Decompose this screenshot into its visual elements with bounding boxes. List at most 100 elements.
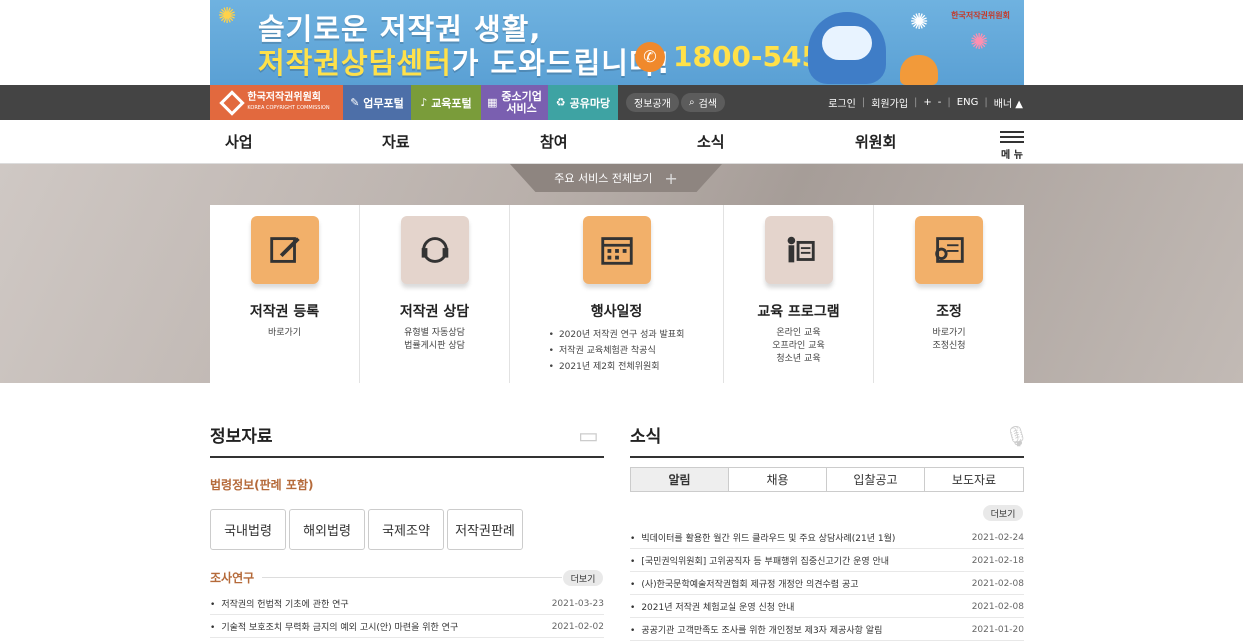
menu-committee[interactable]: 위원회 [855, 131, 896, 152]
services-toggle-button[interactable]: 주요 서비스 전체보기 + [510, 164, 722, 192]
card-title: 조정 [936, 304, 962, 320]
top-bar: 한국저작권위원회 KOREA COPYRIGHT COMMISSION ✎ 업무… [0, 85, 1243, 120]
law-info-heading: 법령정보(판례 포함) [210, 478, 314, 492]
research-row[interactable]: 저작권의 헌법적 기초에 관한 연구 2021-03-23 [210, 593, 604, 615]
event-item[interactable]: 2020년 저작권 연구 성과 발표회 [549, 327, 684, 343]
card-events[interactable]: 행사일정 2020년 저작권 연구 성과 발표회 저작권 교육체험관 착공식 2… [510, 205, 724, 383]
card-link[interactable]: 조정신청 [874, 340, 1024, 353]
news-row[interactable]: 2021년 저작권 체험교실 운영 신청 안내 2021-02-08 [630, 596, 1024, 618]
logo-mark-icon [219, 89, 246, 116]
promo-banner[interactable]: ✺ ✺ ✺ 슬기로운 저작권 생활, 저작권상담센터가 도와드립니다! ✆ 18… [210, 0, 1024, 85]
card-link[interactable]: 유형별 자동상담 [360, 327, 509, 340]
calendar-icon [582, 216, 651, 284]
logo-subtext: KOREA COPYRIGHT COMMISSION [247, 104, 330, 111]
join-link[interactable]: 회원가입 [871, 95, 908, 110]
banner-toggle[interactable]: 배너 ▲ [994, 95, 1023, 110]
site-logo[interactable]: 한국저작권위원회 KOREA COPYRIGHT COMMISSION [210, 85, 343, 120]
row-date: 2021-01-20 [971, 624, 1024, 635]
info-section-title: 정보자료 [210, 427, 273, 447]
hamburger-menu-button[interactable]: 메 뉴 [1000, 128, 1024, 161]
tab-recruit[interactable]: 채용 [728, 467, 827, 492]
menu-resources[interactable]: 자료 [382, 131, 410, 152]
research-row[interactable]: 기술적 보호조치 무력화 금지의 예외 고시(안) 마련을 위한 연구 2021… [210, 616, 604, 638]
row-date: 2021-02-02 [551, 621, 604, 632]
row-date: 2021-02-18 [971, 555, 1024, 566]
main-menu: 사업 자료 참여 소식 위원회 메 뉴 [0, 120, 1243, 164]
eng-link[interactable]: ENG [957, 97, 979, 108]
news-row[interactable]: (사)한국문학예술저작권협회 제규정 개정안 의견수렴 공고 2021-02-0… [630, 573, 1024, 595]
card-link[interactable]: 바로가기 [210, 327, 359, 340]
row-title: 기술적 보호조치 무력화 금지의 예외 고시(안) 마련을 위한 연구 [210, 620, 458, 633]
tab-press[interactable]: 보도자료 [924, 467, 1024, 492]
divider [262, 577, 562, 578]
zoom-in-button[interactable]: + [923, 97, 931, 108]
pen-icon: ✎ [350, 96, 360, 109]
news-row[interactable]: 빅데이터를 활용한 월간 위드 클라우드 및 주요 상담사례(21년 1월) 2… [630, 527, 1024, 549]
row-title: 저작권의 헌법적 기초에 관한 연구 [210, 597, 348, 610]
portal-sme-link[interactable]: ▦ 중소기업 서비스 [481, 85, 548, 120]
news-more-button[interactable]: 더보기 [983, 505, 1023, 521]
search-button[interactable]: ⌕ 검색 [681, 93, 726, 112]
portal-share-link[interactable]: ♻ 공유마당 [548, 85, 618, 120]
firework-icon: ✺ [218, 4, 237, 29]
card-link[interactable]: 법률게시판 상담 [360, 340, 509, 353]
event-list: 2020년 저작권 연구 성과 발표회 저작권 교육체험관 착공식 2021년 … [549, 327, 685, 375]
menu-business[interactable]: 사업 [225, 131, 253, 152]
row-date: 2021-02-24 [971, 532, 1024, 543]
research-more-button[interactable]: 더보기 [563, 570, 603, 586]
menu-news[interactable]: 소식 [697, 131, 725, 152]
logo-text: 한국저작권위원회 [247, 91, 321, 103]
edit-icon [250, 216, 319, 284]
building-icon: ▦ [487, 95, 498, 109]
info-open-button[interactable]: 정보공개 [626, 93, 679, 112]
event-item[interactable]: 저작권 교육체험관 착공식 [549, 343, 685, 359]
menu-participation[interactable]: 참여 [540, 131, 568, 152]
page: ✺ ✺ ✺ 슬기로운 저작권 생활, 저작권상담센터가 도와드립니다! ✆ 18… [0, 0, 1243, 642]
domestic-law-button[interactable]: 국내법령 [210, 509, 286, 550]
card-registration[interactable]: 저작권 등록 바로가기 [210, 205, 360, 383]
card-link[interactable]: 바로가기 [874, 327, 1024, 340]
portal-edu-link[interactable]: ♪ 교육포털 [411, 85, 481, 120]
firework-icon: ✺ [910, 10, 929, 35]
phone-icon: ✆ [635, 41, 665, 72]
menu-label: 메 뉴 [1001, 150, 1023, 161]
banner-subheadline: 저작권상담센터가 도와드립니다! [258, 46, 671, 80]
precedent-button[interactable]: 저작권판례 [447, 509, 523, 550]
share-icon: ♻ [555, 96, 566, 109]
folder-icon: ▭ [578, 424, 599, 449]
card-link[interactable]: 온라인 교육 [724, 327, 873, 340]
row-title: (사)한국문학예술저작권협회 제규정 개정안 의견수렴 공고 [630, 577, 858, 590]
banner-logo: 한국저작권위원회 [951, 11, 1010, 20]
foreign-law-button[interactable]: 해외법령 [289, 509, 365, 550]
row-title: 공공기관 고객만족도 조사를 위한 개인정보 제3자 제공사항 알림 [630, 623, 882, 636]
headset-icon [400, 216, 469, 284]
news-section-title: 소식 [630, 427, 662, 447]
row-date: 2021-03-23 [551, 598, 604, 609]
mascot-image [808, 12, 886, 84]
card-link[interactable]: 청소년 교육 [724, 353, 873, 366]
card-mediation[interactable]: 조정 바로가기 조정신청 [874, 205, 1024, 383]
zoom-out-button[interactable]: - [938, 97, 942, 108]
row-title: 빅데이터를 활용한 월간 위드 클라우드 및 주요 상담사례(21년 1월) [630, 531, 895, 544]
event-item[interactable]: 2021년 제2회 전체위원회 [549, 359, 685, 375]
card-link[interactable]: 오프라인 교육 [724, 340, 873, 353]
row-title: [국민권익위원회] 고위공직자 등 부패행위 집중신고기간 운영 안내 [630, 554, 889, 567]
card-consulting[interactable]: 저작권 상담 유형별 자동상담 법률게시판 상담 [360, 205, 510, 383]
services-toggle-label: 주요 서비스 전체보기 [554, 172, 653, 185]
treaty-button[interactable]: 국제조약 [368, 509, 444, 550]
row-title: 2021년 저작권 체험교실 운영 신청 안내 [630, 600, 794, 613]
tab-bid[interactable]: 입찰공고 [826, 467, 925, 492]
news-row[interactable]: [국민권익위원회] 고위공직자 등 부패행위 집중신고기간 운영 안내 2021… [630, 550, 1024, 572]
tab-notice[interactable]: 알림 [630, 467, 729, 492]
card-education[interactable]: 교육 프로그램 온라인 교육 오프라인 교육 청소년 교육 [724, 205, 874, 383]
microphone-icon: 🎙 [1004, 424, 1030, 448]
search-icon: ⌕ [689, 97, 695, 108]
card-title: 저작권 상담 [399, 304, 470, 320]
login-link[interactable]: 로그인 [828, 95, 856, 110]
document-search-icon [915, 216, 983, 284]
news-row[interactable]: 공공기관 고객만족도 조사를 위한 개인정보 제3자 제공사항 알림 2021-… [630, 619, 1024, 641]
portal-work-link[interactable]: ✎ 업무포털 [343, 85, 411, 120]
card-title: 교육 프로그램 [757, 304, 840, 320]
plus-icon: + [664, 168, 678, 188]
research-heading: 조사연구 [210, 571, 255, 585]
